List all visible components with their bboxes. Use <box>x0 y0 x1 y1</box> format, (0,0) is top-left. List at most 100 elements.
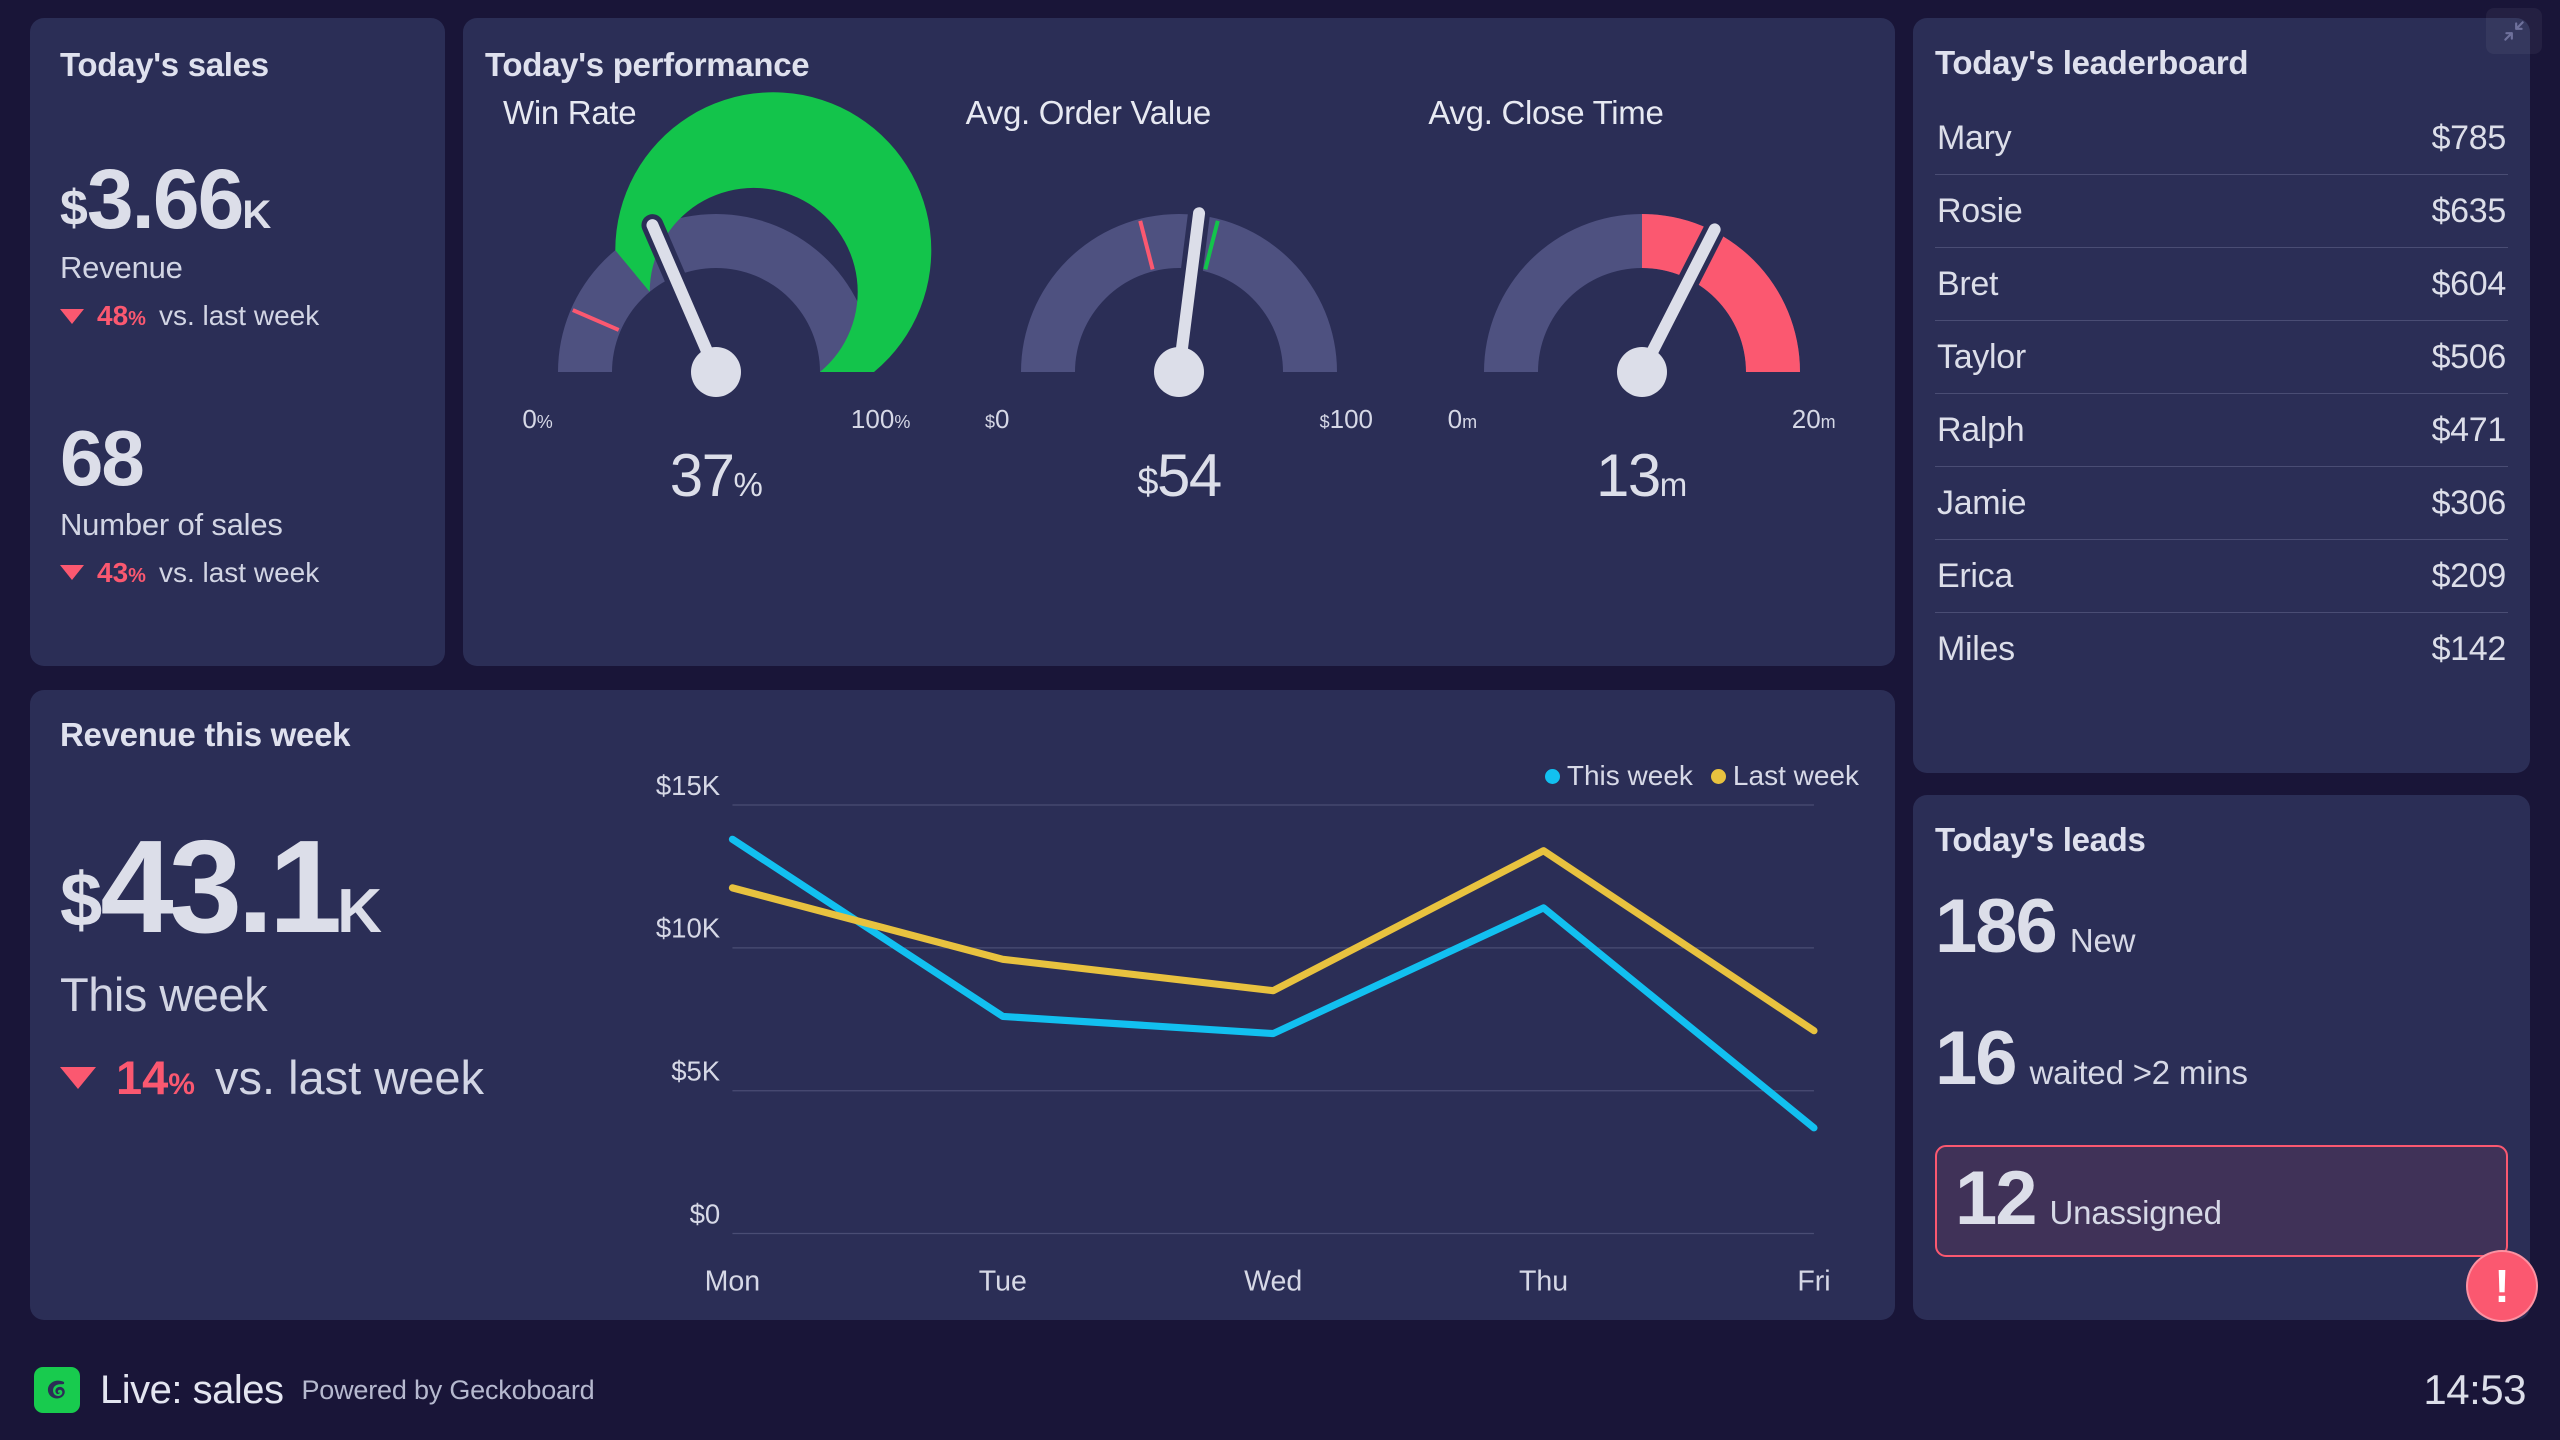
leaderboard-value: $604 <box>2432 265 2506 304</box>
leaderboard-row: Miles $142 <box>1935 613 2508 685</box>
gauge-dial <box>979 176 1379 406</box>
lead-item-unassigned: 12 Unassigned <box>1935 1145 2508 1257</box>
leaderboard-row: Rosie $635 <box>1935 175 2508 248</box>
panel-todays-performance: Today's performance Win Rate0%100%37%Avg… <box>463 18 1895 666</box>
footer-clock: 14:53 <box>2423 1366 2526 1414</box>
gauge-min-label: $0 <box>985 404 1009 435</box>
y-axis-tick-label: $5K <box>671 1056 721 1087</box>
revenue-week-subtitle: This week <box>60 967 610 1022</box>
leaderboard-name: Rosie <box>1937 192 2022 231</box>
gauges-container: Win Rate0%100%37%Avg. Order Value$0$100$… <box>485 94 1873 510</box>
revenue-week-title: Revenue this week <box>60 716 1865 754</box>
leaderboard-list: Mary$785 Rosie $635 Bret $604 Taylor $506 Ralph… <box>1935 102 2508 685</box>
gauge-heading: Avg. Order Value <box>966 94 1211 132</box>
x-axis-tick-label: Mon <box>705 1266 761 1298</box>
revenue-delta-text: vs. last week <box>159 300 319 332</box>
leaderboard-value: $142 <box>2432 630 2506 669</box>
gauge-min-label: 0% <box>522 404 552 435</box>
arrow-down-icon <box>60 1067 96 1089</box>
leaderboard-name: Mary <box>1937 119 2011 158</box>
gauge-max-label: $100 <box>1320 404 1373 435</box>
collapse-arrows-icon[interactable] <box>2486 8 2542 54</box>
leaderboard-row: Ralph $471 <box>1935 394 2508 467</box>
leaderboard-value: $635 <box>2432 192 2506 231</box>
leaderboard-row: Jamie$306 <box>1935 467 2508 540</box>
revenue-label: Revenue <box>60 250 415 286</box>
arrow-down-icon <box>60 309 84 324</box>
revenue-week-number: 43.1 <box>100 813 337 960</box>
series-line <box>732 839 1814 1128</box>
alert-exclamation-icon[interactable]: ! <box>2466 1250 2538 1322</box>
legend-label: Last week <box>1733 760 1859 792</box>
revenue-value: $3.66K <box>60 158 415 240</box>
leaderboard-value: $471 <box>2432 411 2506 450</box>
leaderboard-name: Bret <box>1937 265 1998 304</box>
footer-powered-by: Powered by Geckoboard <box>301 1375 594 1406</box>
y-axis-tick-label: $0 <box>690 1198 721 1229</box>
gauge-3: Avg. Close Time 0m 20m 13m <box>1410 94 1873 510</box>
legend-dot-icon <box>1545 769 1560 784</box>
revenue-delta-value: 48% <box>97 300 146 332</box>
revenue-suffix: K <box>242 193 271 237</box>
x-axis-tick-label: Thu <box>1519 1266 1568 1298</box>
gauge-value: $54 <box>1137 441 1220 510</box>
gauge-max-label: 20m <box>1792 404 1836 435</box>
legend-label: This week <box>1567 760 1693 792</box>
leaderboard-row: Erica $209 <box>1935 540 2508 613</box>
gauge-heading: Avg. Close Time <box>1428 94 1663 132</box>
lead-item-waited: 16 waited >2 mins <box>1935 1021 2508 1097</box>
x-axis-tick-label: Tue <box>979 1266 1027 1298</box>
panel-revenue-this-week: Revenue this week $43.1K This week 14% v… <box>30 690 1895 1320</box>
gauge-2: Avg. Order Value $0 $100 $54 <box>948 94 1411 510</box>
lead-new-number: 186 <box>1935 889 2056 965</box>
panel-todays-leaderboard: Today's leaderboard Mary$785 Rosie $635 Bre… <box>1913 18 2530 773</box>
lead-waited-label: waited >2 mins <box>2030 1054 2248 1092</box>
leaderboard-name: Miles <box>1937 630 2015 669</box>
sales-count-value: 68 <box>60 420 415 496</box>
todays-performance-title: Today's performance <box>485 46 1873 84</box>
legend-item: This week <box>1545 760 1693 792</box>
leaderboard-name: Erica <box>1937 557 2013 596</box>
percent-symbol: % <box>128 308 146 330</box>
revenue-week-delta-value: 14% <box>116 1050 195 1105</box>
leaderboard-value: $506 <box>2432 338 2506 377</box>
revenue-line-chart: $15K$10K$5K$0MonTueWedThuFri This weekLa… <box>610 754 1865 1314</box>
revenue-week-delta-text: vs. last week <box>215 1050 484 1105</box>
leaderboard-name: Taylor <box>1937 338 2026 377</box>
chart-legend: This week Last week <box>1545 760 1859 792</box>
leaderboard-title: Today's leaderboard <box>1935 44 2508 82</box>
sales-count-delta-text: vs. last week <box>159 557 319 589</box>
lead-waited-number: 16 <box>1935 1021 2016 1097</box>
gauge-1: Win Rate0%100%37% <box>485 94 948 510</box>
leaderboard-row: Mary$785 <box>1935 102 2508 175</box>
x-axis-tick-label: Wed <box>1244 1266 1302 1298</box>
geckoboard-logo-icon <box>34 1367 80 1413</box>
leaderboard-row: Bret $604 <box>1935 248 2508 321</box>
leaderboard-row: Taylor $506 <box>1935 321 2508 394</box>
todays-sales-title: Today's sales <box>60 46 415 84</box>
leaderboard-name: Ralph <box>1937 411 2024 450</box>
leaderboard-value: $209 <box>2432 557 2506 596</box>
revenue-week-delta: 14% vs. last week <box>60 1050 610 1105</box>
legend-item: Last week <box>1711 760 1859 792</box>
gauge-heading: Win Rate <box>503 94 636 132</box>
gauge-value: 13m <box>1596 441 1687 510</box>
lead-unassigned-label: Unassigned <box>2050 1194 2222 1232</box>
sales-count-label: Number of sales <box>60 507 415 543</box>
lead-new-label: New <box>2070 922 2135 960</box>
lead-item-new: 186 New <box>1935 889 2508 965</box>
gauge-range-labels: 0m 20m <box>1442 404 1842 435</box>
percent-symbol: % <box>128 565 146 587</box>
x-axis-tick-label: Fri <box>1797 1266 1830 1298</box>
revenue-week-value: $43.1K <box>60 822 610 951</box>
leaderboard-name: Jamie <box>1937 484 2026 523</box>
gauge-max-label: 100% <box>851 404 910 435</box>
revenue-delta: 48% vs. last week <box>60 300 415 332</box>
series-line <box>732 851 1814 1031</box>
sales-count-delta-value: 43% <box>97 557 146 589</box>
arrow-down-icon <box>60 565 84 580</box>
gauge-min-label: 0m <box>1448 404 1477 435</box>
dashboard-root: Today's sales $3.66K Revenue 48% vs. las… <box>0 0 2560 1440</box>
leads-title: Today's leads <box>1935 821 2508 859</box>
revenue-currency: $ <box>60 180 87 236</box>
